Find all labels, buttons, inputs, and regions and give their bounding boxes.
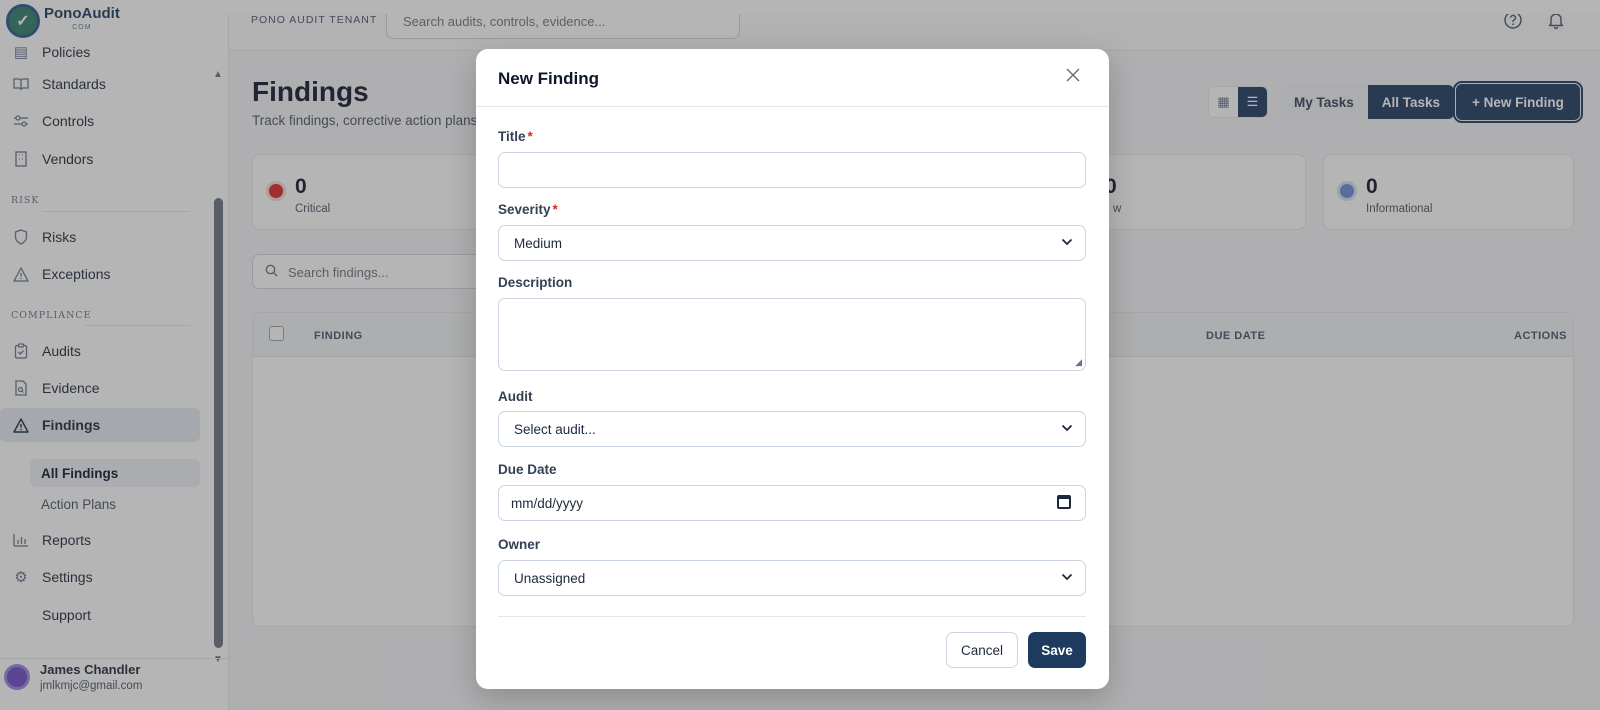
cancel-button[interactable]: Cancel <box>946 632 1018 668</box>
close-icon[interactable] <box>1062 65 1084 87</box>
due-date-value: mm/dd/yyyy <box>511 495 584 511</box>
resize-handle-icon[interactable]: ◢ <box>1075 357 1082 368</box>
severity-value: Medium <box>514 235 563 251</box>
owner-value: Unassigned <box>514 570 586 586</box>
save-button[interactable]: Save <box>1028 632 1086 668</box>
owner-label: Owner <box>498 537 541 552</box>
calendar-icon[interactable] <box>1057 495 1071 509</box>
divider <box>498 616 1086 617</box>
due-date-label: Due Date <box>498 462 557 477</box>
severity-label: Severity * <box>498 202 558 217</box>
title-field[interactable] <box>498 152 1086 188</box>
audit-value: Select audit... <box>514 421 596 437</box>
new-finding-modal: New Finding Title * Severity * Medium Desc… <box>476 49 1109 689</box>
audit-label: Audit <box>498 389 533 404</box>
chevron-down-icon <box>1061 570 1073 584</box>
description-field[interactable]: ◢ <box>498 298 1086 371</box>
modal-title: New Finding <box>498 69 600 88</box>
chevron-down-icon <box>1061 421 1073 435</box>
due-date-field[interactable]: mm/dd/yyyy <box>498 485 1086 521</box>
owner-select[interactable]: Unassigned <box>498 560 1086 596</box>
chevron-down-icon <box>1061 235 1073 249</box>
divider <box>476 106 1109 107</box>
severity-select[interactable]: Medium <box>498 225 1086 261</box>
title-label: Title * <box>498 129 533 144</box>
description-label: Description <box>498 275 573 290</box>
audit-select[interactable]: Select audit... <box>498 411 1086 447</box>
